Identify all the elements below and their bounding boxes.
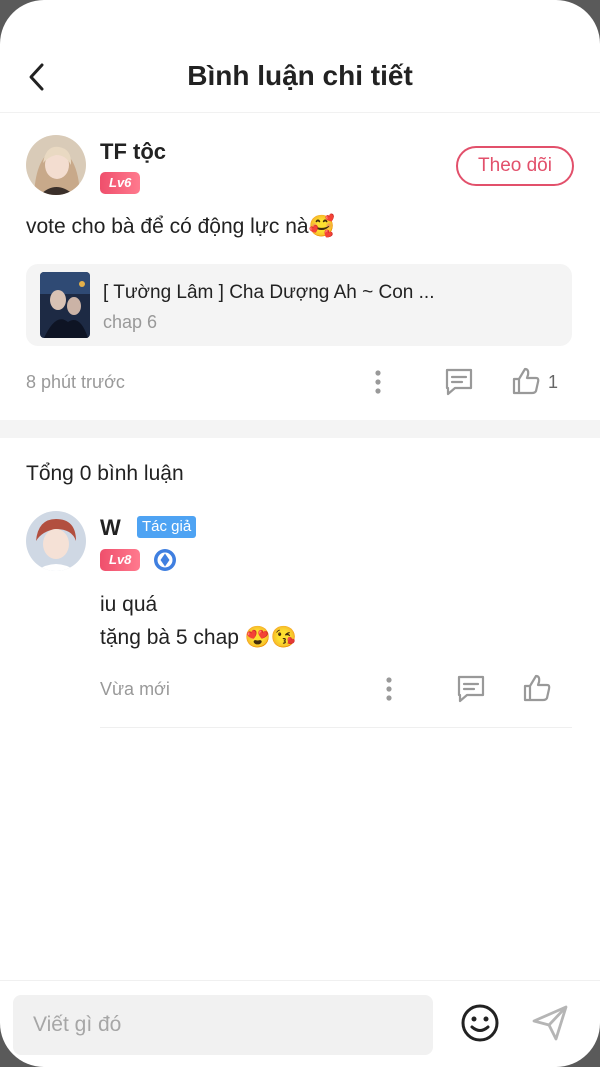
comment-composer: [0, 980, 600, 1067]
send-icon[interactable]: [530, 1003, 570, 1043]
emoji-icon[interactable]: [460, 1003, 500, 1043]
linked-story-title: [ Tường Lâm ] Cha Dượng Ah ~ Con ...: [103, 282, 435, 303]
thumbs-up-icon[interactable]: [522, 673, 552, 703]
post-text: vote cho bà để có động lực nà🥰: [26, 215, 335, 238]
author-tag: Tác giả: [137, 516, 197, 538]
section-divider: [0, 420, 600, 438]
more-options-icon[interactable]: [370, 369, 386, 395]
total-comments-label: Tổng 0 bình luận: [26, 462, 184, 485]
comment-detail-screen: Bình luận chi tiết TF tộc Lv6 Theo dõi v…: [0, 0, 600, 1067]
level-badge: Lv6: [100, 172, 141, 194]
level-badge: Lv8: [100, 549, 141, 571]
post-timestamp: 8 phút trước: [26, 372, 125, 392]
reply-text-line-2: tặng bà 5 chap 😍😘: [100, 626, 298, 649]
comment-icon[interactable]: [443, 367, 475, 397]
avatar[interactable]: [26, 135, 86, 195]
linked-story-chapter: chap 6: [103, 312, 158, 332]
avatar[interactable]: [26, 511, 86, 571]
header: Bình luận chi tiết: [0, 0, 600, 113]
comment-input[interactable]: [13, 995, 433, 1055]
linked-story-card[interactable]: [ Tường Lâm ] Cha Dượng Ah ~ Con ... cha…: [26, 264, 572, 346]
reply-text-line-1: iu quá: [100, 593, 158, 616]
verified-badge-icon: [154, 549, 176, 571]
story-cover-image: [40, 272, 90, 338]
more-options-icon[interactable]: [381, 676, 397, 702]
page-title: Bình luận chi tiết: [187, 60, 413, 91]
thumbs-up-icon[interactable]: [511, 366, 541, 396]
post-user-name[interactable]: TF tộc: [100, 139, 166, 165]
reply-timestamp: Vừa mới: [100, 679, 170, 699]
follow-button[interactable]: Theo dõi: [456, 146, 574, 186]
comment-icon[interactable]: [455, 674, 487, 704]
reply-user-name[interactable]: W: [100, 515, 121, 541]
like-count: 1: [548, 372, 559, 392]
comment-separator: [100, 727, 572, 728]
